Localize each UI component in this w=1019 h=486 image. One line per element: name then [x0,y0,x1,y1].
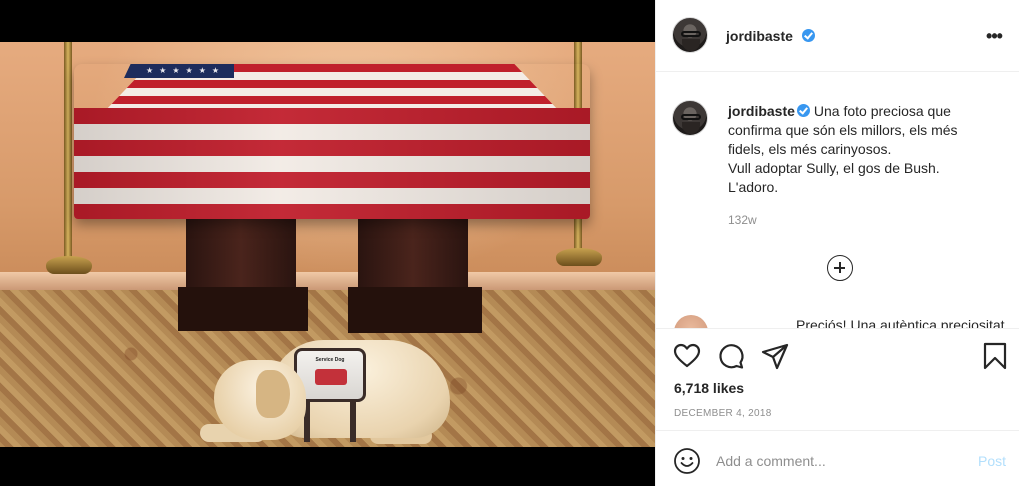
pedestal-left-foot [178,287,308,331]
pedestal-right [358,217,468,289]
partial-comment-text: Preciós! Una autèntica preciositat [796,317,1005,328]
post-media[interactable]: ★★★★★★ Service Dog [0,0,655,486]
comment-input[interactable] [716,449,956,473]
caption-line-4: Vull adoptar Sully, el gos de Bush. [728,160,940,176]
post-date[interactable]: DECEMBER 4, 2018 [674,408,772,419]
pedestal-right-foot [348,287,482,333]
commenter-avatar[interactable] [674,315,708,328]
post-comment-button[interactable]: Post [978,453,1006,469]
stanchion-base-right [556,248,602,266]
author-avatar[interactable] [672,17,708,53]
stanchion-pole-left [64,42,72,262]
post-caption: jordibaste Una foto preciosa que confirma… [728,102,998,197]
post-actions: 6,718 likes DECEMBER 4, 2018 [656,328,1019,430]
service-dog: Service Dog [200,332,462,447]
caption-age[interactable]: 132w [728,213,757,227]
caption-username-link[interactable]: jordibaste [728,103,795,119]
caption-line-3: fidels, els més carinyosos. [728,141,892,157]
vest-label: Service Dog [315,357,345,363]
post-details-panel: jordibaste ••• jordibaste Una foto precio… [655,0,1019,486]
add-comment-form: Post [656,430,1019,486]
caption-line-5: L'adoro. [728,179,779,195]
more-options-icon[interactable]: ••• [984,26,1004,46]
flag-draped-casket: ★★★★★★ [74,64,590,219]
baseboard [0,272,655,292]
emoji-icon[interactable] [673,447,701,475]
pedestal-left [186,217,296,289]
verified-badge-icon [802,29,815,42]
load-more-comments-icon[interactable] [827,255,853,281]
heart-icon[interactable] [672,341,702,371]
vest-badge [315,369,347,385]
flag-canton: ★★★★★★ [124,64,234,78]
stanchion-base-left [46,256,92,274]
verified-badge-icon [796,104,810,117]
comment-icon[interactable] [716,341,746,371]
avatar-beard [682,122,700,134]
avatar-glasses [681,114,701,120]
bookmark-icon[interactable] [980,341,1010,371]
post-photo[interactable]: ★★★★★★ Service Dog [0,42,655,447]
comments-section: jordibaste Una foto preciosa que confirma… [656,72,1019,328]
avatar-beard [682,39,700,51]
share-icon[interactable] [760,341,790,371]
likes-count[interactable]: 6,718 likes [674,380,744,396]
avatar-glasses [681,31,701,37]
drape-shading [74,108,590,219]
author-username-link[interactable]: jordibaste [726,28,793,44]
vest-strap [304,398,356,442]
caption-author-avatar[interactable] [672,100,708,136]
dog-ear [256,370,290,418]
post-header: jordibaste ••• [656,0,1019,72]
caption-line-1: Una foto preciosa que [813,103,951,119]
caption-line-2: confirma que són els millors, els més [728,122,958,138]
